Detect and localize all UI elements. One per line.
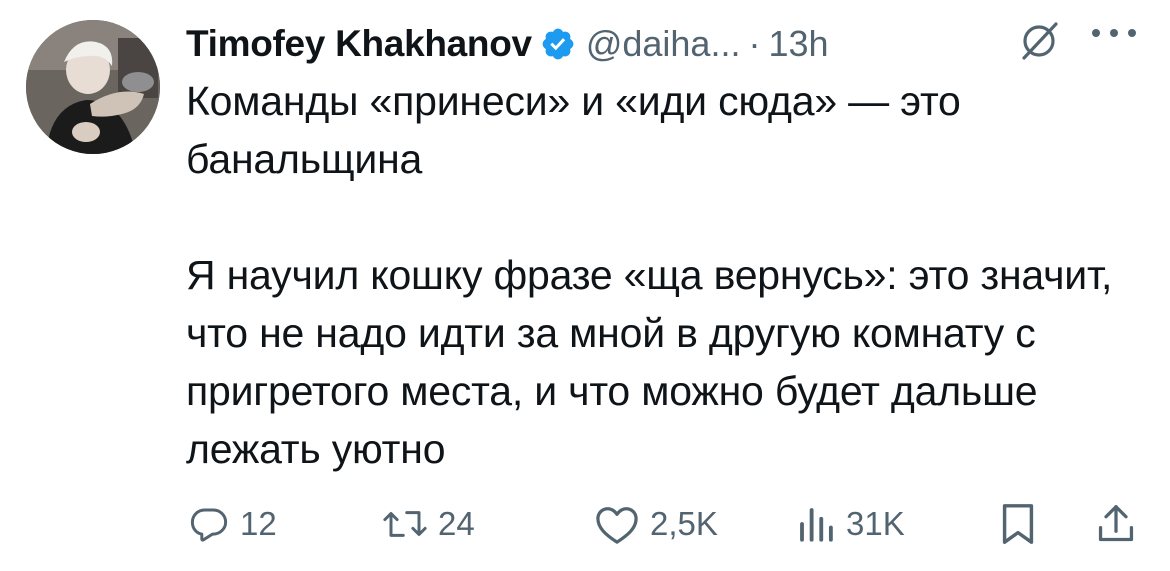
reply-icon <box>190 508 228 542</box>
tweet-text: Команды «принеси» и «иди сюда» — это бан… <box>186 72 1146 478</box>
tweet-actions: 12 24 2,5K 31K <box>186 496 1146 552</box>
bookmark-icon <box>1002 504 1034 544</box>
like-button[interactable]: 2,5K <box>594 496 718 552</box>
author-handle[interactable]: @daiha... <box>586 23 741 65</box>
timestamp[interactable]: 13h <box>768 23 828 65</box>
repost-icon <box>383 511 427 537</box>
tweet-paragraph: Я научил кошку фразе «ща вернусь»: это з… <box>186 252 1113 472</box>
views-icon <box>800 508 833 542</box>
bookmark-button[interactable] <box>998 496 1038 552</box>
more-icon[interactable] <box>1088 26 1140 56</box>
repost-button[interactable]: 24 <box>382 496 475 552</box>
share-icon <box>1098 505 1134 542</box>
like-count: 2,5K <box>650 505 718 542</box>
views-count: 31K <box>846 505 905 542</box>
tweet-paragraph: Команды «принеси» и «иди сюда» — это бан… <box>186 78 961 182</box>
views-button[interactable]: 31K <box>796 496 905 552</box>
author-name[interactable]: Timofey Khakhanov <box>186 23 532 65</box>
repost-count: 24 <box>438 505 475 542</box>
verified-badge-icon[interactable] <box>540 26 576 62</box>
separator-dot: · <box>748 23 761 64</box>
avatar[interactable] <box>26 20 160 154</box>
reply-button[interactable]: 12 <box>188 496 277 552</box>
like-icon <box>596 507 638 544</box>
reply-count: 12 <box>240 505 277 542</box>
share-button[interactable] <box>1096 496 1136 552</box>
grok-icon[interactable] <box>1016 18 1062 64</box>
tweet-header: Timofey Khakhanov @daiha... · 13h <box>186 14 1150 74</box>
